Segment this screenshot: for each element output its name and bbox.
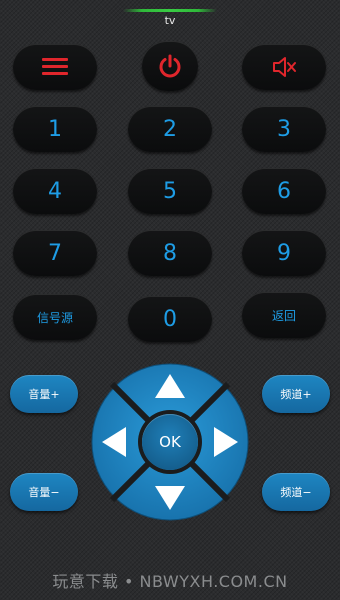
key-7-label: 7 — [48, 240, 62, 266]
ok-label: OK — [159, 433, 181, 451]
key-8-label: 8 — [163, 240, 177, 266]
down-arrow-icon — [155, 486, 185, 510]
key-1-button[interactable]: 1 — [13, 106, 97, 152]
volume-up-label: 音量+ — [28, 388, 60, 401]
right-arrow-icon — [214, 427, 238, 457]
key-6-label: 6 — [277, 178, 291, 204]
source-button[interactable]: 信号源 — [13, 294, 97, 340]
key-4-button[interactable]: 4 — [13, 168, 97, 214]
channel-down-button[interactable]: 频道− — [262, 473, 330, 511]
top-bar: tv — [0, 0, 340, 30]
connection-indicator — [123, 9, 217, 12]
mute-icon — [273, 57, 296, 77]
key-5-label: 5 — [163, 178, 177, 204]
key-3-button[interactable]: 3 — [242, 106, 326, 152]
ok-button[interactable]: OK — [142, 414, 198, 470]
down-button[interactable] — [145, 472, 195, 518]
left-arrow-icon — [102, 427, 126, 457]
power-button[interactable] — [142, 41, 198, 91]
mute-button[interactable] — [242, 44, 326, 90]
key-6-button[interactable]: 6 — [242, 168, 326, 214]
key-9-label: 9 — [277, 240, 291, 266]
key-8-button[interactable]: 8 — [128, 230, 212, 276]
key-1-label: 1 — [48, 116, 62, 142]
right-button[interactable] — [200, 417, 246, 467]
volume-down-button[interactable]: 音量− — [10, 473, 78, 511]
key-3-label: 3 — [277, 116, 291, 142]
key-2-button[interactable]: 2 — [128, 106, 212, 152]
menu-button[interactable] — [13, 44, 97, 90]
key-5-button[interactable]: 5 — [128, 168, 212, 214]
direction-pad: OK — [90, 362, 250, 522]
key-0-label: 0 — [163, 306, 177, 332]
device-label: tv — [164, 14, 176, 27]
channel-up-button[interactable]: 频道+ — [262, 375, 330, 413]
source-label: 信号源 — [36, 310, 73, 325]
left-button[interactable] — [94, 417, 140, 467]
up-arrow-icon — [155, 374, 185, 398]
key-2-label: 2 — [163, 116, 177, 142]
menu-icon — [42, 58, 68, 76]
channel-up-label: 频道+ — [280, 388, 312, 401]
back-label: 返回 — [271, 308, 296, 323]
up-button[interactable] — [145, 366, 195, 412]
key-7-button[interactable]: 7 — [13, 230, 97, 276]
power-icon — [159, 54, 181, 78]
channel-down-label: 频道− — [280, 486, 312, 499]
volume-down-label: 音量− — [28, 486, 60, 499]
volume-up-button[interactable]: 音量+ — [10, 375, 78, 413]
back-button[interactable]: 返回 — [242, 292, 326, 338]
key-4-label: 4 — [48, 178, 62, 204]
key-0-button[interactable]: 0 — [128, 296, 212, 342]
watermark: 玩意下载 • NBWYXH.COM.CN — [52, 572, 288, 591]
key-9-button[interactable]: 9 — [242, 230, 326, 276]
